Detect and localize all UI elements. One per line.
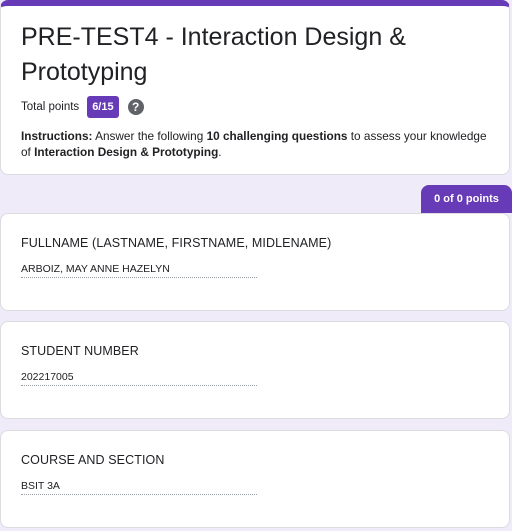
question-card: FULLNAME (LASTNAME, FIRSTNAME, MIDLENAME… — [0, 213, 510, 311]
question-answer: 202217005 — [21, 371, 257, 386]
question-title: STUDENT NUMBER — [21, 344, 139, 358]
score-badge: 6/15 — [87, 96, 119, 118]
instructions-end: . — [218, 145, 222, 159]
instructions-bold2: Interaction Design & Prototyping — [34, 145, 219, 159]
question-title: FULLNAME (LASTNAME, FIRSTNAME, MIDLENAME… — [21, 236, 332, 250]
section-points-badge: 0 of 0 points — [421, 185, 512, 213]
question-answer: BSIT 3A — [21, 480, 257, 495]
question-answer: ARBOIZ, MAY ANNE HAZELYN — [21, 263, 257, 278]
instructions-lead: Instructions: — [21, 129, 93, 143]
form-header-card: PRE-TEST4 - Interaction Design & Prototy… — [0, 0, 510, 175]
form-title: PRE-TEST4 - Interaction Design & Prototy… — [21, 23, 406, 86]
total-points-label: Total points — [21, 101, 80, 113]
total-points-row: Total points 6/15 ? — [21, 95, 489, 119]
instructions-bold1: 10 challenging questions — [206, 129, 348, 143]
question-card: COURSE AND SECTION BSIT 3A — [0, 430, 510, 528]
instructions-text: Instructions: Answer the following 10 ch… — [21, 128, 489, 160]
instructions-part1: Answer the following — [92, 129, 207, 143]
help-circle-icon[interactable]: ? — [127, 99, 144, 115]
question-card: STUDENT NUMBER 202217005 — [0, 321, 510, 419]
question-title: COURSE AND SECTION — [21, 453, 165, 467]
